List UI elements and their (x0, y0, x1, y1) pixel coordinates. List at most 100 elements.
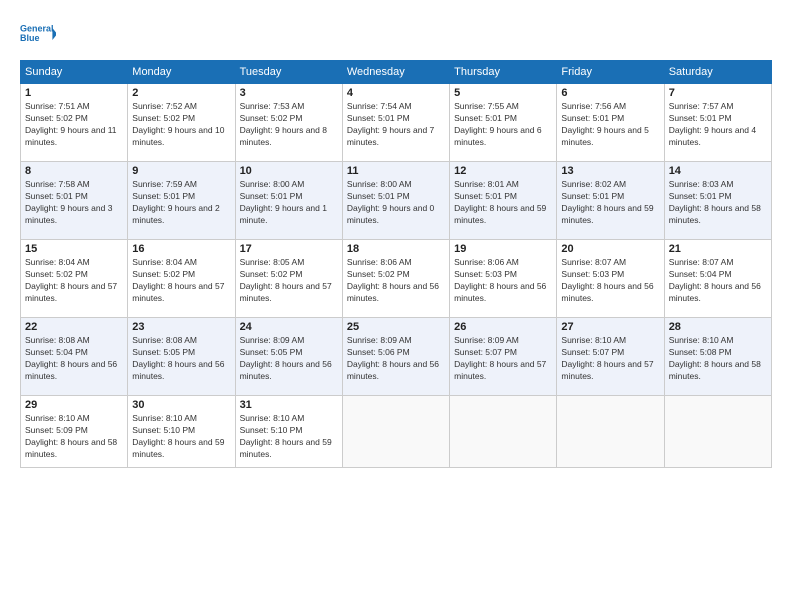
day-number: 29 (25, 399, 123, 411)
calendar-cell (342, 396, 449, 468)
day-info: Sunrise: 8:07 AMSunset: 5:04 PMDaylight:… (669, 257, 767, 305)
calendar-cell: 21 Sunrise: 8:07 AMSunset: 5:04 PMDayligh… (664, 240, 771, 318)
day-number: 24 (240, 321, 338, 333)
day-info: Sunrise: 8:04 AMSunset: 5:02 PMDaylight:… (132, 257, 230, 305)
day-info: Sunrise: 7:59 AMSunset: 5:01 PMDaylight:… (132, 179, 230, 227)
day-number: 17 (240, 243, 338, 255)
day-number: 20 (561, 243, 659, 255)
day-number: 27 (561, 321, 659, 333)
day-info: Sunrise: 8:04 AMSunset: 5:02 PMDaylight:… (25, 257, 123, 305)
day-number: 12 (454, 165, 552, 177)
day-number: 4 (347, 87, 445, 99)
calendar-cell: 22 Sunrise: 8:08 AMSunset: 5:04 PMDayligh… (21, 318, 128, 396)
day-number: 14 (669, 165, 767, 177)
calendar-cell: 5 Sunrise: 7:55 AMSunset: 5:01 PMDaylight… (450, 84, 557, 162)
col-header-sunday: Sunday (21, 61, 128, 84)
day-number: 13 (561, 165, 659, 177)
day-info: Sunrise: 7:56 AMSunset: 5:01 PMDaylight:… (561, 101, 659, 149)
day-info: Sunrise: 8:07 AMSunset: 5:03 PMDaylight:… (561, 257, 659, 305)
day-info: Sunrise: 8:00 AMSunset: 5:01 PMDaylight:… (347, 179, 445, 227)
calendar-cell: 6Sunrise: 7:56 AMSunset: 5:01 PMDaylight… (557, 84, 664, 162)
day-info: Sunrise: 8:05 AMSunset: 5:02 PMDaylight:… (240, 257, 338, 305)
calendar-cell: 2 Sunrise: 7:52 AMSunset: 5:02 PMDaylight… (128, 84, 235, 162)
col-header-wednesday: Wednesday (342, 61, 449, 84)
calendar-cell: 16 Sunrise: 8:04 AMSunset: 5:02 PMDayligh… (128, 240, 235, 318)
day-info: Sunrise: 7:58 AMSunset: 5:01 PMDaylight:… (25, 179, 123, 227)
day-number: 19 (454, 243, 552, 255)
calendar-cell: 15 Sunrise: 8:04 AMSunset: 5:02 PMDayligh… (21, 240, 128, 318)
day-number: 10 (240, 165, 338, 177)
day-number: 3 (240, 87, 338, 99)
col-header-thursday: Thursday (450, 61, 557, 84)
calendar-cell: 23 Sunrise: 8:08 AMSunset: 5:05 PMDayligh… (128, 318, 235, 396)
calendar-cell: 24 Sunrise: 8:09 AMSunset: 5:05 PMDayligh… (235, 318, 342, 396)
calendar-table: SundayMondayTuesdayWednesdayThursdayFrid… (20, 60, 772, 468)
day-number: 25 (347, 321, 445, 333)
calendar-cell: 12 Sunrise: 8:01 AMSunset: 5:01 PMDayligh… (450, 162, 557, 240)
calendar-cell: 4 Sunrise: 7:54 AMSunset: 5:01 PMDaylight… (342, 84, 449, 162)
calendar-cell: 31 Sunrise: 8:10 AMSunset: 5:10 PMDayligh… (235, 396, 342, 468)
day-number: 21 (669, 243, 767, 255)
calendar-cell: 3 Sunrise: 7:53 AMSunset: 5:02 PMDaylight… (235, 84, 342, 162)
day-info: Sunrise: 8:10 AMSunset: 5:07 PMDaylight:… (561, 335, 659, 383)
day-info: Sunrise: 8:10 AMSunset: 5:10 PMDaylight:… (132, 413, 230, 461)
day-number: 30 (132, 399, 230, 411)
day-number: 22 (25, 321, 123, 333)
svg-text:Blue: Blue (20, 33, 40, 43)
calendar-cell: 27 Sunrise: 8:10 AMSunset: 5:07 PMDayligh… (557, 318, 664, 396)
calendar-cell: 7 Sunrise: 7:57 AMSunset: 5:01 PMDaylight… (664, 84, 771, 162)
day-number: 18 (347, 243, 445, 255)
logo-svg: General Blue (20, 16, 56, 52)
calendar-cell: 10Sunrise: 8:00 AMSunset: 5:01 PMDayligh… (235, 162, 342, 240)
day-info: Sunrise: 8:09 AMSunset: 5:05 PMDaylight:… (240, 335, 338, 383)
day-number: 11 (347, 165, 445, 177)
day-info: Sunrise: 7:54 AMSunset: 5:01 PMDaylight:… (347, 101, 445, 149)
calendar-cell: 30 Sunrise: 8:10 AMSunset: 5:10 PMDayligh… (128, 396, 235, 468)
day-info: Sunrise: 7:55 AMSunset: 5:01 PMDaylight:… (454, 101, 552, 149)
calendar-cell (664, 396, 771, 468)
day-info: Sunrise: 8:10 AMSunset: 5:09 PMDaylight:… (25, 413, 123, 461)
day-number: 2 (132, 87, 230, 99)
day-info: Sunrise: 8:09 AMSunset: 5:06 PMDaylight:… (347, 335, 445, 383)
calendar-cell: 1 Sunrise: 7:51 AMSunset: 5:02 PMDaylight… (21, 84, 128, 162)
day-number: 31 (240, 399, 338, 411)
calendar-cell (557, 396, 664, 468)
col-header-tuesday: Tuesday (235, 61, 342, 84)
day-info: Sunrise: 8:03 AMSunset: 5:01 PMDaylight:… (669, 179, 767, 227)
day-info: Sunrise: 8:06 AMSunset: 5:02 PMDaylight:… (347, 257, 445, 305)
day-info: Sunrise: 8:02 AMSunset: 5:01 PMDaylight:… (561, 179, 659, 227)
day-number: 9 (132, 165, 230, 177)
day-number: 16 (132, 243, 230, 255)
col-header-monday: Monday (128, 61, 235, 84)
day-info: Sunrise: 7:52 AMSunset: 5:02 PMDaylight:… (132, 101, 230, 149)
day-info: Sunrise: 8:09 AMSunset: 5:07 PMDaylight:… (454, 335, 552, 383)
day-info: Sunrise: 8:10 AMSunset: 5:08 PMDaylight:… (669, 335, 767, 383)
calendar-cell: 17 Sunrise: 8:05 AMSunset: 5:02 PMDayligh… (235, 240, 342, 318)
header: General Blue (20, 16, 772, 52)
calendar-cell: 18 Sunrise: 8:06 AMSunset: 5:02 PMDayligh… (342, 240, 449, 318)
col-header-friday: Friday (557, 61, 664, 84)
day-info: Sunrise: 8:08 AMSunset: 5:04 PMDaylight:… (25, 335, 123, 383)
day-number: 26 (454, 321, 552, 333)
day-info: Sunrise: 8:10 AMSunset: 5:10 PMDaylight:… (240, 413, 338, 461)
col-header-saturday: Saturday (664, 61, 771, 84)
day-number: 5 (454, 87, 552, 99)
logo: General Blue (20, 16, 56, 52)
calendar-cell (450, 396, 557, 468)
day-info: Sunrise: 7:53 AMSunset: 5:02 PMDaylight:… (240, 101, 338, 149)
day-number: 23 (132, 321, 230, 333)
calendar-cell: 9 Sunrise: 7:59 AMSunset: 5:01 PMDaylight… (128, 162, 235, 240)
day-number: 28 (669, 321, 767, 333)
calendar-cell: 13 Sunrise: 8:02 AMSunset: 5:01 PMDayligh… (557, 162, 664, 240)
calendar-page: General Blue SundayMondayTuesdayWednesda… (0, 0, 792, 612)
day-number: 7 (669, 87, 767, 99)
day-info: Sunrise: 7:51 AMSunset: 5:02 PMDaylight:… (25, 101, 123, 149)
day-info: Sunrise: 8:08 AMSunset: 5:05 PMDaylight:… (132, 335, 230, 383)
calendar-cell: 26 Sunrise: 8:09 AMSunset: 5:07 PMDayligh… (450, 318, 557, 396)
day-info: Sunrise: 7:57 AMSunset: 5:01 PMDaylight:… (669, 101, 767, 149)
day-number: 1 (25, 87, 123, 99)
day-info: Sunrise: 8:01 AMSunset: 5:01 PMDaylight:… (454, 179, 552, 227)
day-number: 15 (25, 243, 123, 255)
calendar-cell: 11 Sunrise: 8:00 AMSunset: 5:01 PMDayligh… (342, 162, 449, 240)
svg-text:General: General (20, 24, 54, 34)
